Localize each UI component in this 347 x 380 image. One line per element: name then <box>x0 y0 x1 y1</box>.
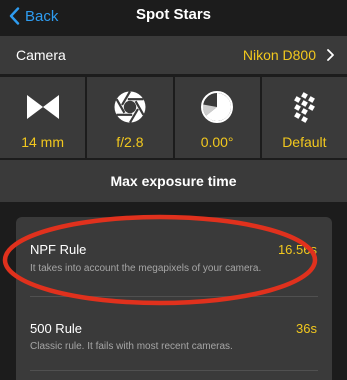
sensor-grid-icon <box>294 92 316 123</box>
rule-value-npf: 16.56s <box>277 242 317 257</box>
divider <box>30 370 318 371</box>
rule-description-npf: It takes into account the megapixels of … <box>30 263 262 274</box>
declination-tile[interactable]: 0.00° <box>174 77 260 158</box>
chevron-right-icon <box>327 49 334 61</box>
rule-description-500: Classic rule. It fails with most recent … <box>30 341 233 352</box>
camera-selector-row[interactable]: Camera Nikon D800 <box>0 36 347 74</box>
aperture-value: f/2.8 <box>116 134 144 150</box>
sensor-grid-value: Default <box>282 134 327 150</box>
divider <box>30 296 318 297</box>
rule-title-500: 500 Rule <box>30 321 83 336</box>
focal-length-value: 14 mm <box>21 134 65 150</box>
sensor-grid-tile[interactable]: Default <box>261 77 347 158</box>
section-header: Max exposure time <box>0 160 347 202</box>
page-title: Spot Stars <box>135 6 211 23</box>
camera-label: Camera <box>16 47 66 63</box>
focal-length-icon <box>26 95 59 119</box>
rule-title-npf: NPF Rule <box>30 242 87 257</box>
aperture-tile[interactable]: f/2.8 <box>87 77 173 158</box>
aperture-icon <box>114 90 146 124</box>
rule-value-500: 36s <box>296 321 317 336</box>
camera-value: Nikon D800 <box>242 47 316 63</box>
declination-value: 0.00° <box>200 134 234 150</box>
parameter-tiles: 14 mm f/2.8 0.00° Default <box>0 77 347 158</box>
focal-length-tile[interactable]: 14 mm <box>0 77 86 158</box>
declination-icon <box>201 91 234 123</box>
navigation-bar: Back Spot Stars <box>0 0 347 33</box>
